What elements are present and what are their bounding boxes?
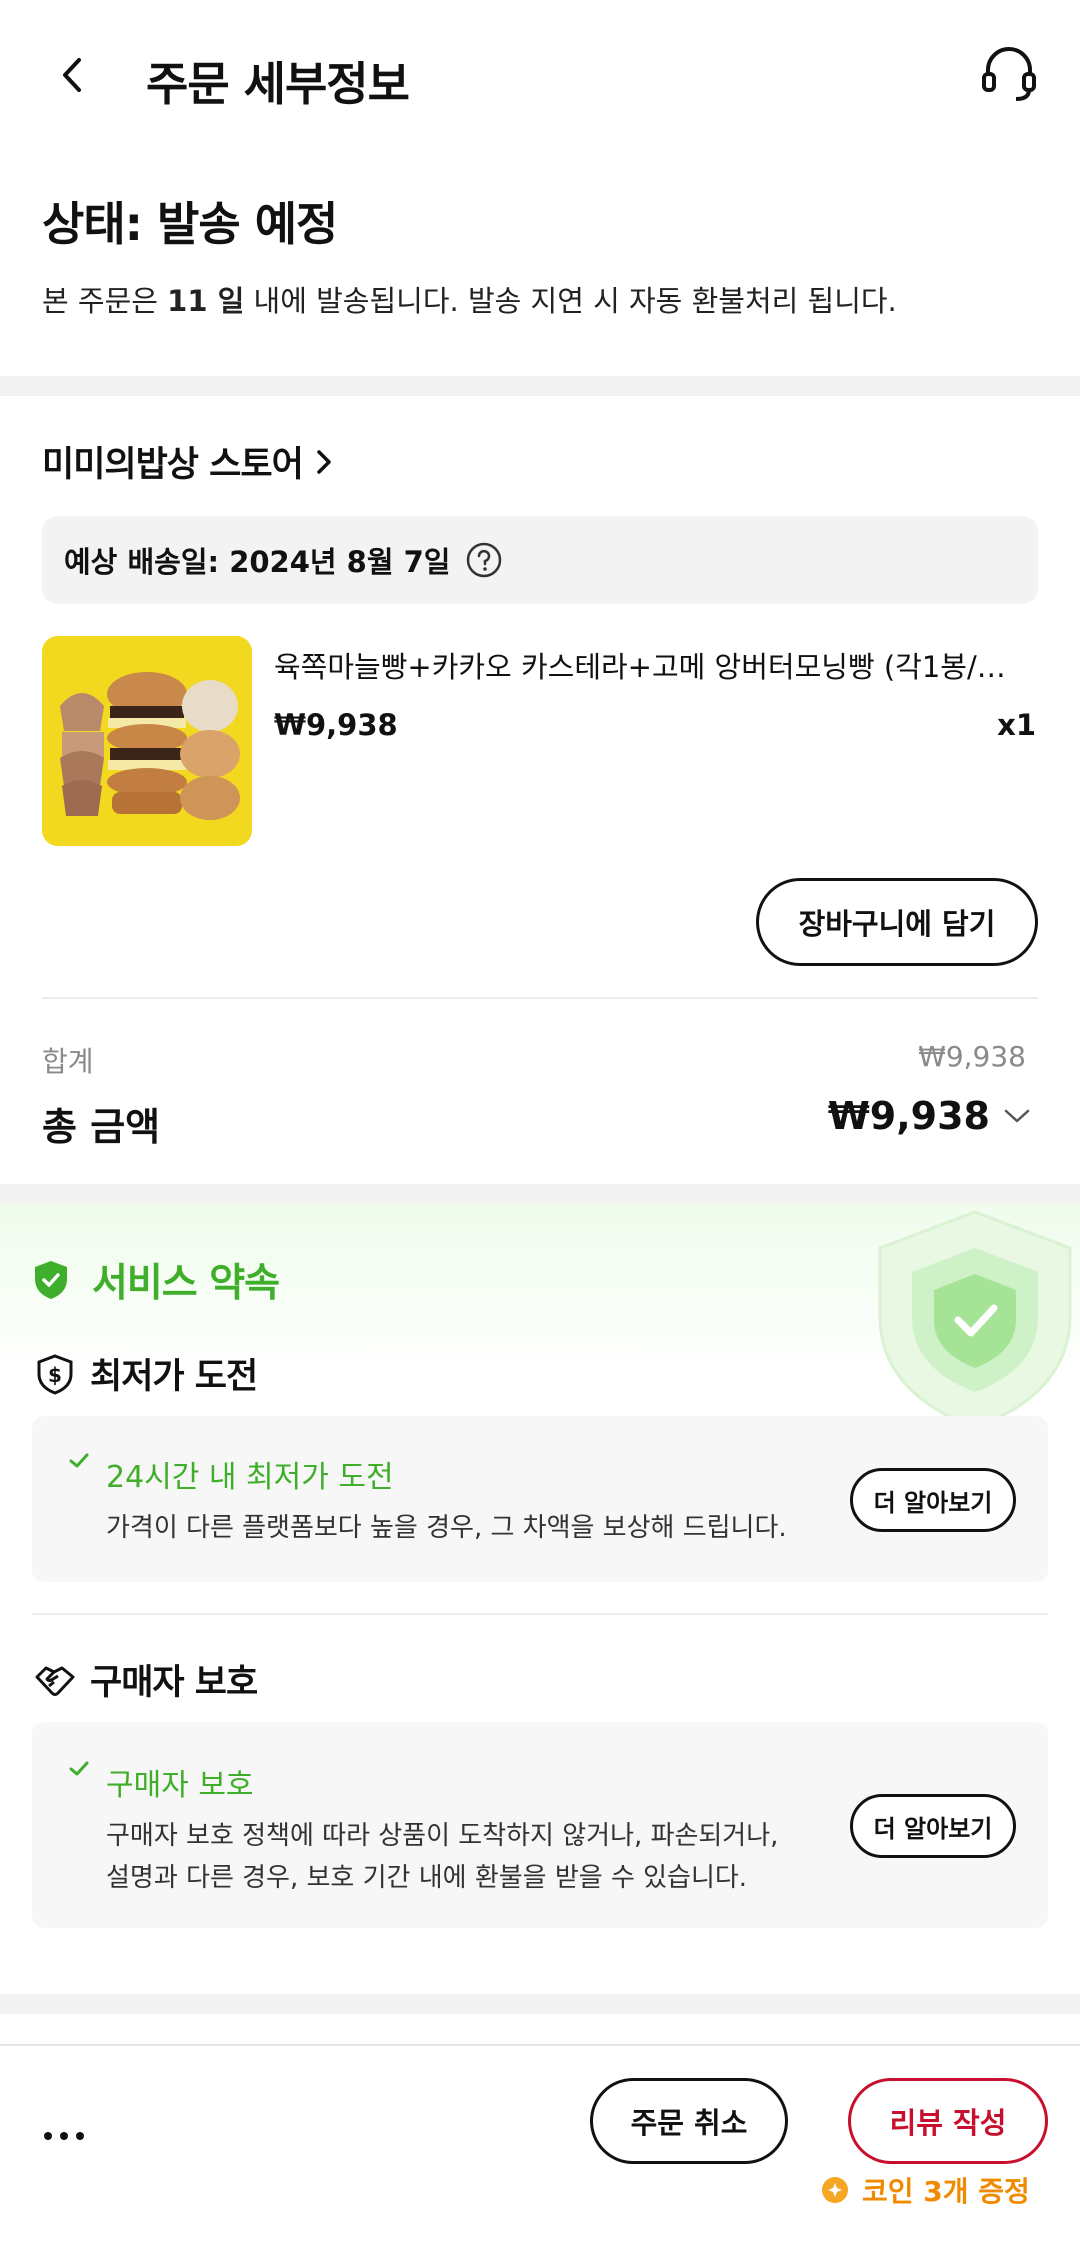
divider xyxy=(42,997,1038,999)
section-title: 최저가 도전 xyxy=(90,1357,258,1397)
checkmark-icon xyxy=(69,1453,89,1468)
subtotal-value: ₩9,938 xyxy=(918,1040,1026,1073)
product-quantity: x1 xyxy=(997,708,1036,742)
svg-text:$: $ xyxy=(48,1363,62,1387)
product-name[interactable]: 육쪽마늘빵+카카오 카스테라+고메 앙버터모닝빵 (각1봉/… xyxy=(274,644,1034,686)
coin-icon xyxy=(822,2177,848,2203)
lowest-price-section-header: $ 최저가 도전 xyxy=(34,1348,258,1399)
estimated-delivery-box: 예상 배송일: 2024년 8월 7일 xyxy=(42,516,1038,604)
estimated-delivery-date: 예상 배송일: 2024년 8월 7일 xyxy=(64,545,451,579)
chevron-down-icon[interactable] xyxy=(1002,1104,1032,1128)
cancel-order-button[interactable]: 주문 취소 xyxy=(590,2078,788,2164)
chevron-right-icon xyxy=(317,449,331,474)
service-promise-header: 서비스 약속 xyxy=(32,1252,280,1308)
green-shield-check-icon xyxy=(35,1261,67,1299)
question-mark-help-icon[interactable] xyxy=(465,541,503,579)
coin-reward-text: 코인 3개 증정 xyxy=(862,2175,1030,2208)
store-name: 미미의밥상 스토어 xyxy=(42,445,304,485)
subtotal-label: 합계 xyxy=(42,1045,94,1078)
add-to-cart-button[interactable]: 장바구니에 담기 xyxy=(756,878,1038,966)
buyer-protection-section-header: 구매자 보호 xyxy=(34,1654,258,1705)
bread-stack-image xyxy=(42,636,252,846)
product-price: ₩9,938 xyxy=(274,708,398,742)
divider xyxy=(32,1613,1048,1615)
customer-support-headset-icon[interactable] xyxy=(978,42,1040,104)
section-divider xyxy=(0,376,1080,396)
more-options-icon[interactable] xyxy=(42,2128,86,2144)
write-review-button[interactable]: 리뷰 작성 xyxy=(848,2078,1048,2164)
section-divider xyxy=(0,1994,1080,2014)
dollar-shield-icon: $ xyxy=(37,1353,73,1395)
store-link[interactable]: 미미의밥상 스토어 xyxy=(42,436,339,487)
top-bar: 주문 세부정보 xyxy=(0,0,1080,160)
card-description-line-1: 구매자 보호 정책에 따라 상품이 도착하지 않거나, 파손되거나, xyxy=(106,1821,779,1851)
service-promise-title: 서비스 약속 xyxy=(92,1261,280,1306)
page-title: 주문 세부정보 xyxy=(146,57,410,111)
product-thumbnail[interactable] xyxy=(42,636,252,846)
learn-more-button[interactable]: 더 알아보기 xyxy=(850,1468,1016,1532)
handshake-icon xyxy=(35,1666,75,1696)
card-description-line-2: 설명과 다른 경우, 보호 기간 내에 환불을 받을 수 있습니다. xyxy=(106,1863,748,1893)
card-description: 가격이 다른 플랫폼보다 높을 경우, 그 차액을 보상해 드립니다. xyxy=(106,1513,787,1543)
checkmark-icon xyxy=(69,1761,89,1776)
order-status-title: 상태: 발송 예정 xyxy=(42,197,338,251)
order-status-description: 본 주문은 11 일 내에 발송됩니다. 발송 지연 시 자동 환불처리 됩니다… xyxy=(42,284,897,318)
decorative-shield-icon xyxy=(878,1210,1072,1430)
card-title: 24시간 내 최저가 도전 xyxy=(106,1460,394,1495)
total-amount-value: ₩9,938 xyxy=(827,1094,990,1138)
section-title: 구매자 보호 xyxy=(90,1663,258,1703)
card-title: 구매자 보호 xyxy=(106,1768,254,1803)
learn-more-button[interactable]: 더 알아보기 xyxy=(850,1794,1016,1858)
back-arrow-icon[interactable] xyxy=(48,50,98,100)
total-amount-label: 총 금액 xyxy=(42,1105,161,1149)
coin-reward-note: 코인 3개 증정 xyxy=(820,2170,1030,2210)
